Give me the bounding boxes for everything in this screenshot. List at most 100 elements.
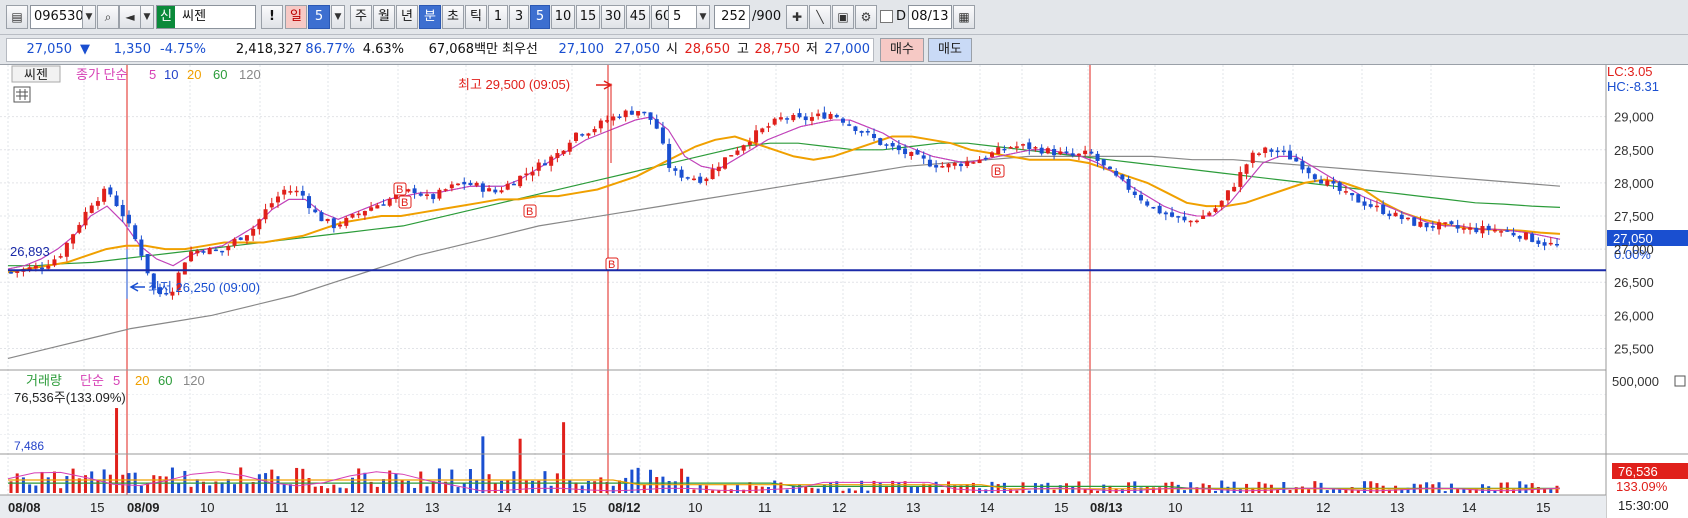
- candle-down: [108, 187, 113, 195]
- search-icon[interactable]: ⌕: [97, 5, 119, 29]
- candle-up: [816, 113, 821, 117]
- candle-up: [1437, 222, 1442, 230]
- candle-down: [617, 116, 622, 118]
- candle-up: [1194, 220, 1199, 223]
- price-axis-tick: 27,500: [1614, 209, 1654, 224]
- alert-button[interactable]: !: [261, 5, 283, 29]
- candle-up: [977, 159, 982, 164]
- volume-bar: [468, 469, 472, 493]
- period-year-button[interactable]: 년: [396, 5, 418, 29]
- candle-down: [480, 183, 485, 192]
- interval-select[interactable]: 5: [668, 5, 698, 29]
- period-week-button[interactable]: 주: [350, 5, 372, 29]
- candle-up: [369, 207, 374, 211]
- volume-bar: [437, 468, 441, 493]
- volume-bar: [1443, 491, 1447, 493]
- period-day-button[interactable]: 일: [285, 5, 307, 29]
- period-dropdown-icon[interactable]: ▼: [331, 5, 345, 29]
- speaker-dropdown-icon[interactable]: ▼: [140, 5, 154, 29]
- volume-axis-tick: 500,000: [1612, 374, 1659, 389]
- volume-bar: [425, 486, 429, 493]
- volume-bar: [177, 482, 181, 493]
- crosshair-icon[interactable]: ✚: [786, 5, 808, 29]
- candle-down: [381, 204, 386, 206]
- volume-bar: [475, 479, 479, 493]
- volume-bar: [1077, 481, 1081, 493]
- period-second-button[interactable]: 초: [442, 5, 464, 29]
- candle-down: [679, 169, 684, 178]
- candle-down: [785, 118, 790, 120]
- count-input[interactable]: 252: [714, 5, 750, 29]
- candle-up: [1263, 147, 1268, 154]
- interval-button-1[interactable]: 1: [488, 5, 508, 29]
- volume-bar: [1071, 486, 1075, 493]
- candle-down: [896, 145, 901, 151]
- candle-up: [1480, 226, 1485, 234]
- interval-button-5[interactable]: 5: [530, 5, 550, 29]
- interval-button-15[interactable]: 15: [576, 5, 600, 29]
- candle-down: [313, 209, 318, 213]
- volume-bar: [1232, 481, 1236, 493]
- lc-label: LC:3.05: [1607, 65, 1653, 79]
- volume-bar: [1220, 480, 1224, 493]
- interval-button-45[interactable]: 45: [626, 5, 650, 29]
- candle-up: [1393, 212, 1398, 217]
- volume-bar: [450, 469, 454, 493]
- volume-bar: [630, 469, 634, 493]
- candle-up: [1207, 212, 1212, 216]
- candle-up: [946, 163, 951, 168]
- volume-bar: [71, 468, 75, 493]
- period-minute-button[interactable]: 분: [419, 5, 441, 29]
- trendline-icon[interactable]: ╲: [809, 5, 831, 29]
- volume-bar: [965, 484, 969, 493]
- volume-bar: [419, 471, 423, 493]
- volume-bar: [388, 470, 392, 493]
- candle-up: [499, 190, 504, 193]
- candle-down: [890, 142, 895, 147]
- candle-down: [1101, 159, 1106, 166]
- date-checkbox[interactable]: [880, 10, 893, 23]
- price-chart[interactable]: BBBBB 26,893 씨젠 종가 단순 5 10 20 60 120 거래량…: [0, 65, 1688, 518]
- buy-button[interactable]: 매수: [880, 38, 924, 62]
- period-tick-button[interactable]: 틱: [465, 5, 487, 29]
- candle-up: [598, 120, 603, 129]
- candle-up: [791, 115, 796, 121]
- pane-close-icon[interactable]: [1674, 375, 1686, 387]
- candle-up: [263, 209, 268, 220]
- save-icon[interactable]: ▣: [832, 5, 854, 29]
- price-axis-tick: 25,500: [1614, 341, 1654, 356]
- x-axis-label: 13: [425, 500, 439, 515]
- table-icon[interactable]: [13, 86, 31, 103]
- gear-icon[interactable]: ⚙: [855, 5, 877, 29]
- date-input[interactable]: 08/13: [908, 5, 952, 29]
- code-dropdown-icon[interactable]: ▼: [82, 5, 96, 29]
- stock-code-input[interactable]: 096530: [30, 5, 86, 29]
- interval-button-10[interactable]: 10: [551, 5, 575, 29]
- candle-up: [1468, 227, 1473, 230]
- stock-name-field[interactable]: 신 씨젠: [156, 5, 256, 29]
- candle-up: [58, 256, 63, 258]
- sell-button[interactable]: 매도: [928, 38, 972, 62]
- interval-button-3[interactable]: 3: [509, 5, 529, 29]
- x-axis-label: 10: [200, 500, 214, 515]
- period-day-num[interactable]: 5: [308, 5, 330, 29]
- candle-down: [1536, 240, 1541, 244]
- candle-up: [232, 239, 237, 246]
- candle-down: [1356, 194, 1361, 203]
- calendar-icon[interactable]: ▦: [953, 5, 975, 29]
- candle-down: [1281, 150, 1286, 153]
- x-axis-label: 08/09: [127, 500, 160, 515]
- screen-menu-icon[interactable]: ▤: [6, 5, 28, 29]
- candle-down: [1399, 214, 1404, 220]
- candle-up: [1076, 153, 1081, 156]
- volume-bar: [1300, 486, 1304, 493]
- interval-dropdown-icon[interactable]: ▼: [696, 5, 710, 29]
- candle-up: [1201, 215, 1206, 219]
- volume-bar: [301, 468, 305, 493]
- candle-down: [1151, 207, 1156, 209]
- period-month-button[interactable]: 월: [373, 5, 395, 29]
- speaker-icon[interactable]: ◄: [119, 5, 141, 29]
- interval-button-30[interactable]: 30: [601, 5, 625, 29]
- candle-up: [33, 265, 38, 269]
- candle-up: [325, 218, 330, 222]
